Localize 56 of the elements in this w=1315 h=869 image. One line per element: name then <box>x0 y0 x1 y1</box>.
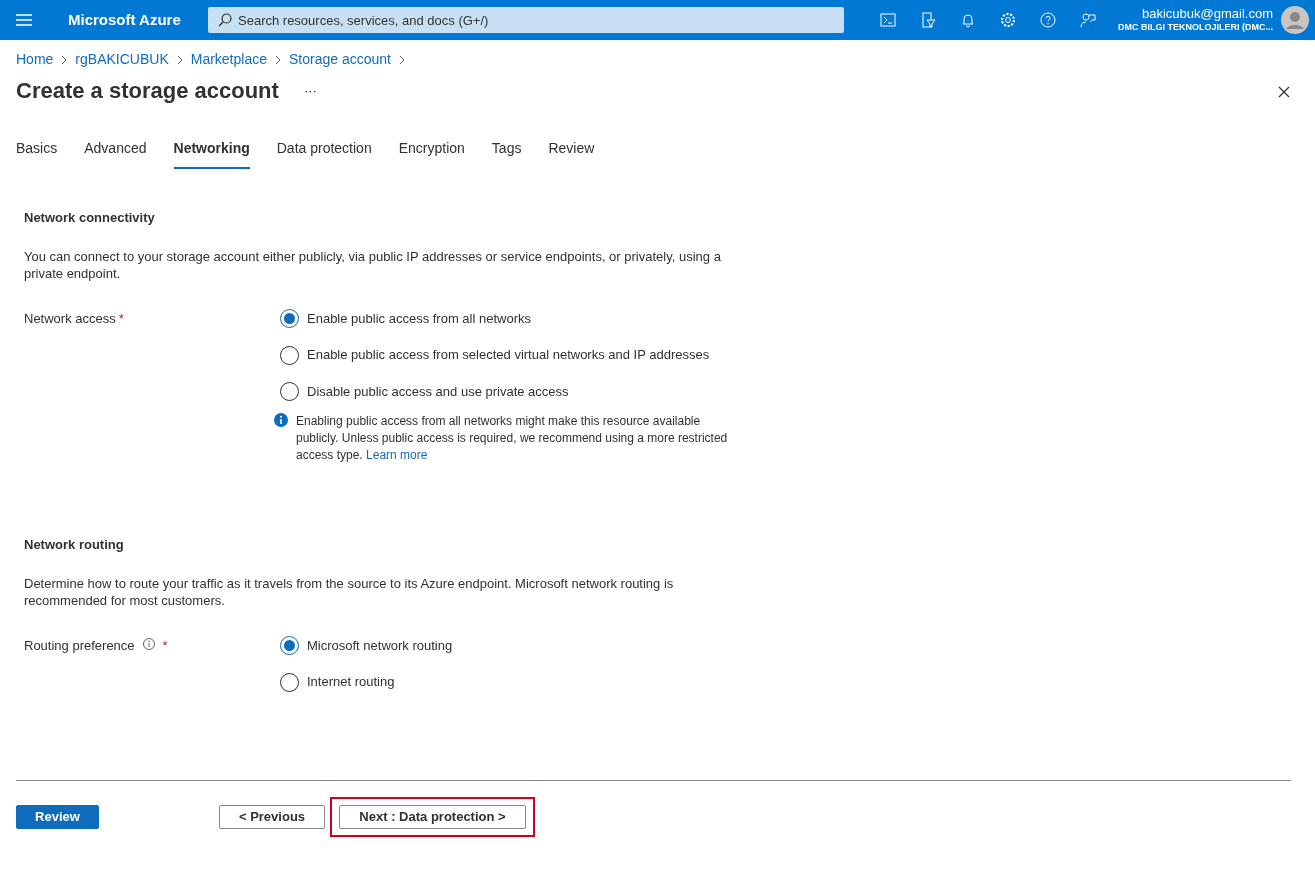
tab[interactable]: Review <box>548 138 595 170</box>
option-label: Enable public access from all networks <box>307 309 531 328</box>
avatar-icon[interactable] <box>1281 6 1309 34</box>
radio-option[interactable]: Disable public access and use private access <box>280 381 736 402</box>
info-note: Enabling public access from all networks might make this resource available publicly. Unless public access is required, we recommend using a more restricted access type. Learn more <box>296 413 729 465</box>
radio-option[interactable]: Enable public access from all networks <box>280 308 736 329</box>
footer-button[interactable]: Review <box>16 804 99 829</box>
required-mark: * <box>162 636 168 655</box>
section-description: Determine how to route your traffic as it travels from the source to its Azure endpoint. Microsoft network routing is recommended for most customers. <box>24 574 675 609</box>
menu-icon <box>16 14 32 26</box>
radio-option[interactable]: Microsoft network routing <box>280 635 453 656</box>
search-icon <box>218 13 232 27</box>
more-button[interactable]: ··· <box>302 80 318 102</box>
section-heading: Network routing <box>24 536 125 555</box>
tab[interactable]: Networking <box>173 138 250 170</box>
radio-option[interactable]: Enable public access from selected virtual networks and IP addresses <box>280 345 736 365</box>
app-title: Microsoft Azure <box>67 9 182 30</box>
tab[interactable]: Data protection <box>276 138 372 170</box>
tab[interactable]: Tags <box>491 138 522 170</box>
option-label: Microsoft network routing <box>307 636 453 655</box>
settings-icon <box>1000 12 1016 28</box>
search-field[interactable]: Search resources, services, and docs (G+/) <box>208 7 844 33</box>
user-email: bakicubuk@gmail.com <box>1141 7 1273 23</box>
breadcrumb-link[interactable]: Home <box>16 49 54 70</box>
terminal-icon <box>880 12 896 28</box>
help-icon <box>1040 12 1056 28</box>
radio-option[interactable]: Internet routing <box>280 672 453 692</box>
required-mark: * <box>118 309 124 328</box>
breadcrumb-link[interactable]: Storage account <box>289 49 391 70</box>
info-icon <box>142 637 155 650</box>
tenant-name: DMC BILGI TEKNOLOJILERI (DMC... <box>1118 22 1273 33</box>
footer-button[interactable]: Next : Data protection > <box>339 804 526 829</box>
info-icon <box>274 413 288 428</box>
filter-icon <box>920 12 936 28</box>
chevron-icon <box>176 54 183 65</box>
field-label: Network access <box>24 309 116 328</box>
chevron-icon <box>275 54 281 65</box>
learn-more-link[interactable]: Learn more <box>366 448 428 463</box>
close-icon <box>1278 85 1290 98</box>
feedback-icon <box>1080 12 1096 28</box>
option-label: Internet routing <box>307 673 395 692</box>
option-label: Disable public access and use private access <box>307 382 569 401</box>
breadcrumb-link[interactable]: rgBAKICUBUK <box>75 49 169 70</box>
section-description: You can connect to your storage account either publicly, via public IP addresses or service endpoints, or privately, using a private endpoint. <box>24 247 722 282</box>
chevron-icon <box>61 54 68 65</box>
option-label: Enable public access from selected virtual networks and IP addresses <box>307 346 710 365</box>
tab[interactable]: Advanced <box>84 138 147 170</box>
section-heading: Network connectivity <box>24 209 156 228</box>
chevron-icon <box>398 54 405 65</box>
tab[interactable]: Basics <box>16 138 58 170</box>
page-title: Create a storage account <box>16 78 279 105</box>
tab[interactable]: Encryption <box>398 138 465 170</box>
breadcrumb-link[interactable]: Marketplace <box>190 49 267 70</box>
footer-button[interactable]: < Previous <box>219 804 325 829</box>
field-label: Routing preference <box>24 636 135 655</box>
bell-icon <box>960 12 976 28</box>
